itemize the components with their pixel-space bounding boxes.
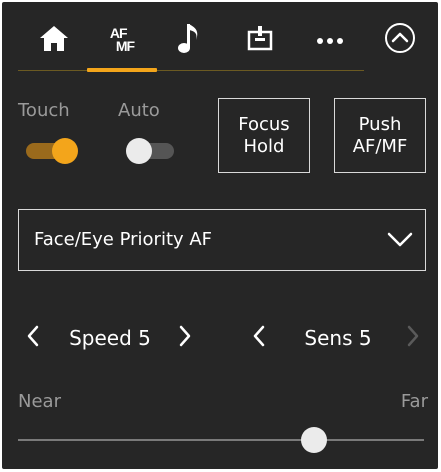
auto-toggle[interactable]: [126, 138, 178, 164]
auto-toggle-knob: [126, 138, 152, 164]
nav-home[interactable]: [32, 20, 76, 60]
focus-slider-thumb[interactable]: [301, 427, 328, 453]
camera-settings-icon: [245, 23, 275, 57]
speed-decrease-button[interactable]: [18, 323, 48, 353]
af-mode-selected-value: Face/Eye Priority AF: [34, 229, 213, 250]
nav-more[interactable]: [310, 20, 350, 60]
auto-label: Auto: [118, 100, 160, 121]
speed-increase-button[interactable]: [170, 323, 200, 353]
nav-active-indicator: [87, 68, 157, 72]
focus-slider[interactable]: [18, 422, 424, 458]
af-mf-panel: AF MF Touch Auto Focus Hold Push AF/MF F…: [2, 2, 438, 469]
chevron-right-icon: [405, 324, 421, 352]
nav-audio[interactable]: [170, 20, 210, 60]
push-af-mf-button[interactable]: Push AF/MF: [334, 98, 426, 173]
focus-slider-track: [18, 439, 424, 441]
speed-value: Speed 5: [69, 326, 151, 350]
chevron-left-icon: [251, 324, 267, 352]
touch-toggle[interactable]: [26, 138, 78, 164]
far-label: Far: [400, 391, 428, 412]
focus-hold-button[interactable]: Focus Hold: [218, 98, 310, 173]
chevron-left-icon: [25, 324, 41, 352]
nav-divider: [18, 70, 364, 71]
music-note-icon: [176, 21, 204, 59]
nav-video[interactable]: [238, 20, 282, 60]
touch-toggle-knob: [52, 138, 78, 164]
sens-decrease-button[interactable]: [244, 323, 274, 353]
af-mf-icon: AF MF: [110, 26, 135, 54]
touch-label: Touch: [18, 100, 70, 121]
chevron-down-icon: [385, 224, 415, 258]
nav-collapse[interactable]: [380, 20, 420, 60]
sens-increase-button[interactable]: [398, 323, 428, 353]
nav-af-mf[interactable]: AF MF: [100, 20, 144, 60]
af-mode-select[interactable]: Face/Eye Priority AF: [18, 209, 426, 271]
more-icon: [315, 31, 345, 50]
chevron-right-icon: [177, 324, 193, 352]
near-label: Near: [18, 391, 61, 412]
top-nav: AF MF: [2, 2, 438, 74]
af-mf-icon-bottom: MF: [115, 38, 135, 54]
home-icon: [38, 23, 70, 57]
chevron-up-circle-icon: [383, 21, 417, 59]
sens-value: Sens 5: [304, 326, 372, 350]
